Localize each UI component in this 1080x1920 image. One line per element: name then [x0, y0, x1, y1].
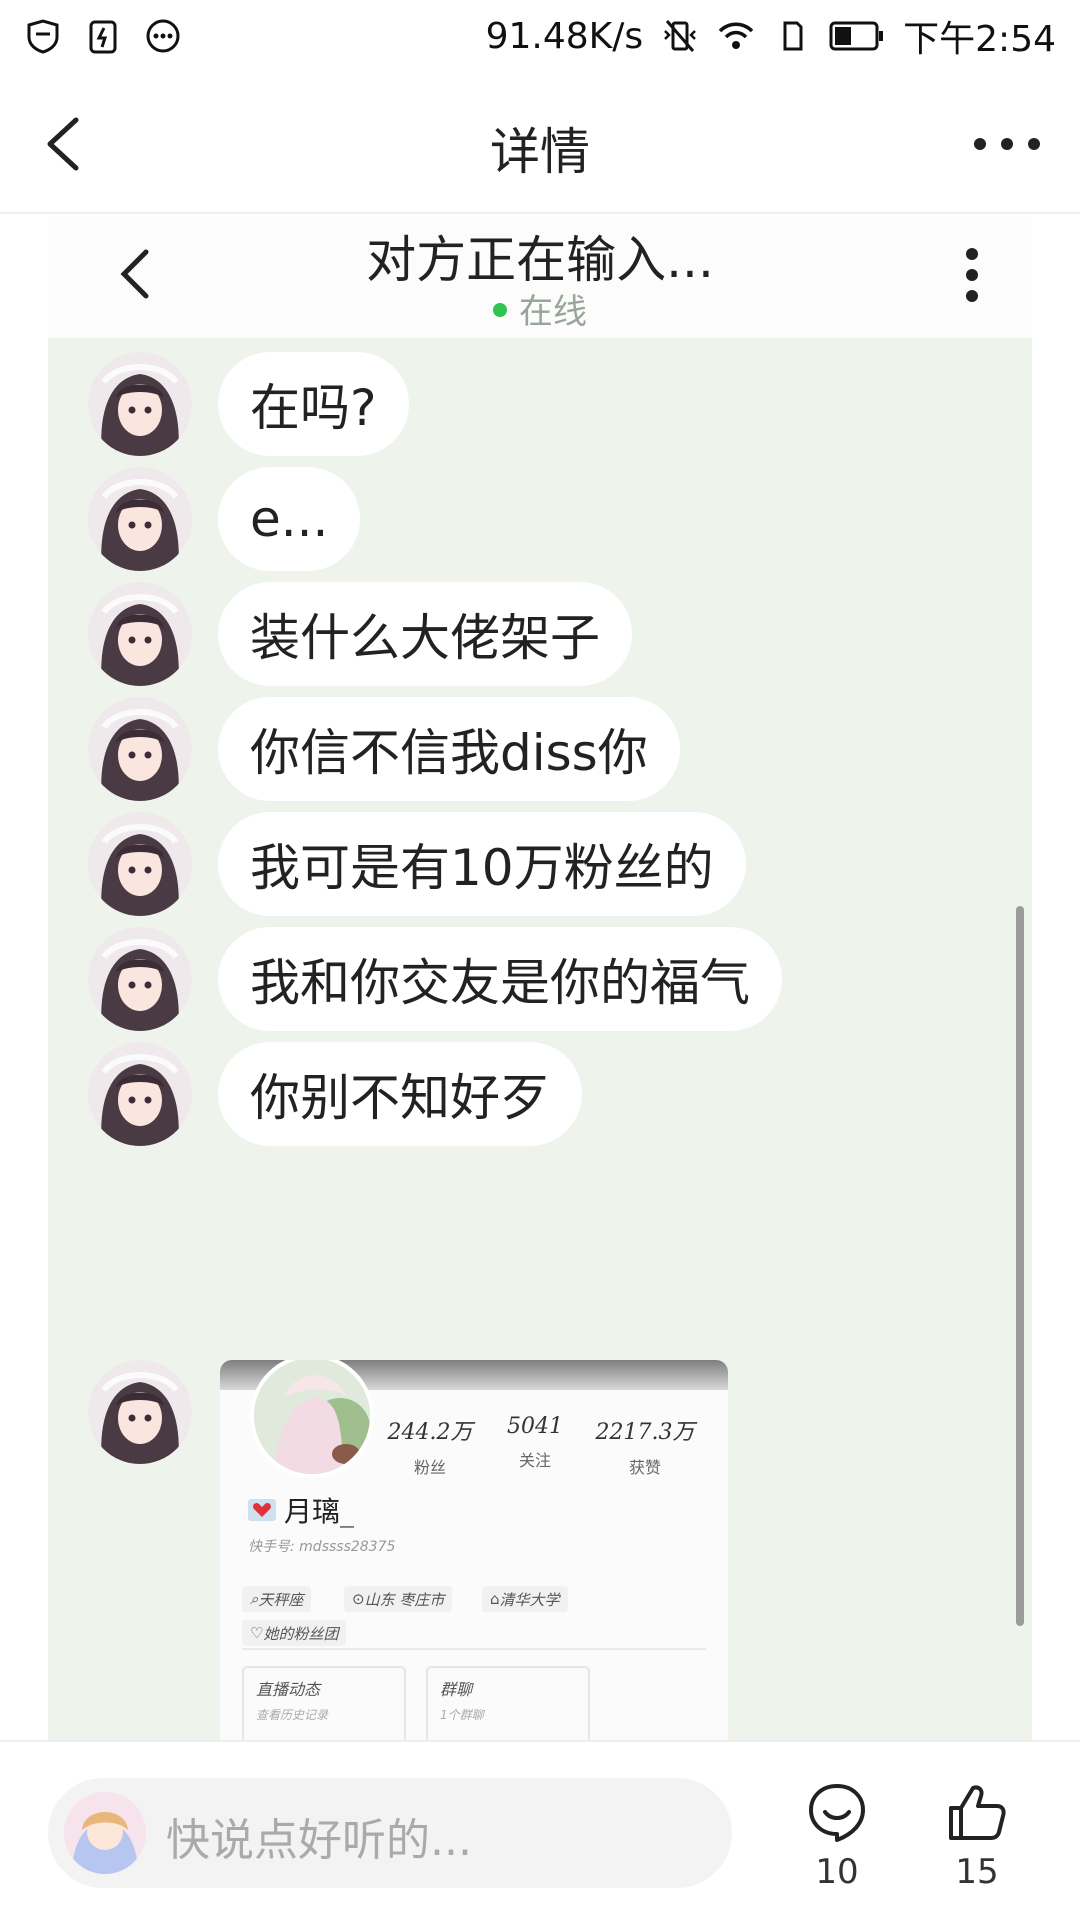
stat-label: 关注	[518, 1451, 551, 1470]
sim-card-icon	[783, 21, 803, 51]
online-status: 在线	[48, 284, 1032, 333]
status-right: 91.48K/s 下午2:54	[486, 10, 1056, 62]
stat-likes: 2217.3万 获赞	[590, 1414, 700, 1478]
stat-label: 获赞	[628, 1458, 661, 1477]
sender-avatar	[88, 352, 192, 456]
card-user-id: 快手号: mdssss28375	[248, 1539, 396, 1555]
more-options-icon[interactable]	[970, 134, 1044, 154]
network-speed: 91.48K/s	[485, 15, 644, 57]
sender-avatar	[88, 697, 192, 801]
card-username: 月璃_	[248, 1490, 354, 1530]
heart-outline-icon: ♡	[250, 1624, 264, 1642]
like-count: 15	[955, 1852, 999, 1892]
comment-count: 10	[815, 1852, 859, 1892]
message-bubble: 装什么大佬架子	[218, 582, 632, 686]
heart-icon	[248, 1499, 276, 1521]
card-avatar	[250, 1360, 374, 1478]
message-bubble: 你别不知好歹	[218, 1042, 582, 1146]
post-image[interactable]: 对方正在输入... 在线 在吗? e... 装什么大佬架子 你信不信我diss你 我可是…	[48, 216, 1032, 1740]
shield-icon	[27, 19, 59, 54]
more-apps-icon	[146, 19, 180, 53]
subcard-title: 群聊	[440, 1680, 473, 1699]
app-bar: 详情	[0, 72, 1080, 214]
message-bubble: 我和你交友是你的福气	[218, 927, 782, 1031]
stat-number: 5041	[507, 1414, 563, 1439]
message-row: 我和你交友是你的福气	[88, 927, 988, 1037]
scrollbar	[1016, 906, 1024, 1626]
subcard-title: 直播动态	[256, 1680, 321, 1699]
status-bar: 91.48K/s 下午2:54	[0, 0, 1080, 72]
wifi-icon	[718, 22, 754, 49]
tag-location: ⊙ 山东 枣庄市	[344, 1586, 453, 1612]
message-row: 你信不信我diss你	[88, 697, 988, 807]
profile-card: 244.2万 粉丝 5041 关注 2217.3万 获赞 月璃_ 快手号: md…	[220, 1360, 728, 1740]
status-left-icons	[24, 17, 182, 55]
sender-avatar	[88, 812, 192, 916]
search-icon: ⌕	[250, 1590, 259, 1608]
battery-icon	[829, 21, 884, 51]
tag-text: 天秤座	[258, 1590, 304, 1609]
thumbs-up-icon	[949, 1785, 1006, 1840]
tag-text: 山东 枣庄市	[364, 1590, 445, 1609]
message-bubble: e...	[218, 467, 361, 571]
message-row: e...	[88, 467, 988, 577]
message-row: 你别不知好歹	[88, 1042, 988, 1152]
chat-header: 对方正在输入... 在线	[48, 216, 1032, 338]
tag-text: 清华大学	[499, 1590, 560, 1609]
stat-followers: 244.2万 粉丝	[380, 1414, 480, 1478]
card-username-text: 月璃_	[284, 1495, 355, 1528]
subcard-subtitle: 查看历史记录	[256, 1708, 329, 1722]
clock: 下午2:54	[903, 19, 1056, 60]
message-row: 装什么大佬架子	[88, 582, 988, 692]
message-row: 在吗?	[88, 352, 988, 462]
sender-avatar	[88, 927, 192, 1031]
comment-input[interactable]: 快说点好听的...	[48, 1778, 732, 1888]
stat-following: 5041 关注	[490, 1414, 580, 1471]
chat-more-icon	[966, 248, 978, 302]
card-avatar-image	[254, 1360, 370, 1474]
card-divider	[242, 1648, 706, 1650]
comment-button[interactable]: 10	[792, 1780, 882, 1892]
sender-avatar	[88, 1360, 192, 1464]
online-label: 在线	[519, 292, 587, 332]
stat-number: 2217.3万	[595, 1420, 695, 1445]
subcard-group-chat: 群聊 1个群聊	[426, 1666, 590, 1740]
online-dot-icon	[493, 302, 507, 317]
subcard-subtitle: 1个群聊	[440, 1708, 484, 1722]
subcard-live: 直播动态 查看历史记录	[242, 1666, 406, 1740]
comment-bar: 快说点好听的... 10 15	[0, 1740, 1080, 1920]
sender-avatar	[88, 467, 192, 571]
comment-placeholder: 快说点好听的...	[166, 1815, 472, 1866]
page-title: 详情	[490, 123, 590, 181]
tag-text: 她的粉丝团	[263, 1624, 339, 1643]
message-bubble: 我可是有10万粉丝的	[218, 812, 746, 916]
message-bubble: 在吗?	[218, 352, 409, 456]
location-pin-icon: ⊙	[352, 1590, 365, 1608]
tag-school: ⌂ 清华大学	[482, 1586, 568, 1612]
comment-icon	[809, 1784, 865, 1842]
sender-avatar	[88, 1042, 192, 1146]
my-avatar-image	[64, 1792, 146, 1874]
sender-avatar	[88, 582, 192, 686]
message-row: 我可是有10万粉丝的	[88, 812, 988, 922]
my-avatar	[64, 1792, 146, 1874]
stat-label: 粉丝	[413, 1458, 446, 1477]
stat-number: 244.2万	[387, 1420, 473, 1445]
tag-zodiac: ⌕ 天秤座	[242, 1586, 312, 1612]
like-button[interactable]: 15	[932, 1780, 1022, 1892]
message-bubble: 你信不信我diss你	[218, 697, 680, 801]
school-icon: ⌂	[490, 1590, 500, 1608]
vibrate-off-icon	[664, 20, 697, 52]
tag-fan-club: ♡ 她的粉丝团	[242, 1620, 347, 1646]
chat-title: 对方正在输入...	[366, 231, 714, 289]
battery-saver-icon	[89, 20, 117, 54]
